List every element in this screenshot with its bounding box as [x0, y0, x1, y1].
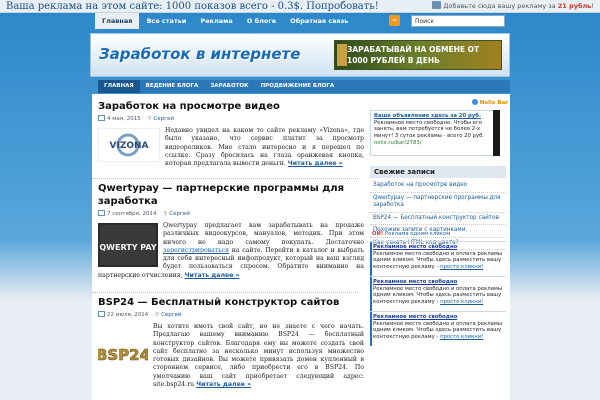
nolix-icon	[471, 99, 478, 105]
topnav-about[interactable]: О блоге	[240, 13, 283, 29]
content-area: Заработок на просмотре видео 4 мая, 2015…	[92, 94, 510, 400]
thumb-text: BSP24	[98, 346, 148, 364]
topnav-home[interactable]: Главная	[95, 13, 140, 29]
ad-label: ОЙ! Реклама одним кликом	[372, 231, 450, 237]
post-author[interactable]: Сергей	[169, 211, 190, 217]
ad-label-text[interactable]: Реклама одним кликом	[385, 231, 450, 237]
ad-unit-bar	[370, 277, 372, 311]
top-nav: Главная Все статьи Реклама О блоге Обрат…	[95, 13, 355, 29]
recent-posts-title: Свежие записи	[370, 166, 506, 178]
post-body: BSP24 Вы хотите иметь свой сайт, но не з…	[98, 323, 364, 389]
recent-post-link[interactable]: Заработок на просмотре видео	[370, 180, 506, 193]
post: BSP24 — Бесплатный конструктор сайтов 22…	[98, 296, 364, 389]
header-banner[interactable]: ЗАРАБАТЫВАЙ НА ОБМЕНЕ ОТ 1000 РУБЛЕЙ В Д…	[334, 40, 502, 70]
post-date: 7 сентября, 2014	[107, 211, 157, 217]
author-icon: ⚲	[147, 116, 152, 122]
post-thumbnail[interactable]: VIZONA	[98, 128, 160, 162]
recent-post-link[interactable]: Qwertypay — партнерские программы для за…	[370, 193, 506, 213]
ad-unit-title[interactable]: Рекламное место свободно	[373, 244, 503, 251]
topnav-ads[interactable]: Реклама	[193, 13, 239, 29]
post-title[interactable]: BSP24 — Бесплатный конструктор сайтов	[98, 296, 364, 309]
ad-unit-link[interactable]: просто кликни!	[440, 299, 483, 305]
banner-text: ЗАРАБАТЫВАЙ НА ОБМЕНЕ ОТ 1000 РУБЛЕЙ В Д…	[347, 45, 480, 65]
post-author[interactable]: Сергей	[153, 116, 174, 122]
post: Qwertypay — партнерские программы для за…	[98, 182, 364, 280]
post-thumbnail[interactable]: BSP24	[98, 324, 148, 382]
ad-unit-link[interactable]: просто кликни!	[440, 334, 483, 340]
ad-box-title[interactable]: Ваше объявление здесь за 20 руб.	[374, 113, 496, 120]
author-icon: ⚲	[163, 211, 168, 217]
ad-unit[interactable]: Рекламное место свободно Рекламное место…	[370, 311, 506, 346]
calendar-icon	[98, 311, 105, 317]
site-header: Заработок в интернете ЗАРАБАТЫВАЙ НА ОБМ…	[90, 33, 510, 77]
top-ad-link[interactable]: Ваша реклама на этом сайте: 1000 показов…	[6, 0, 379, 13]
ad-box-url[interactable]: nolix.ru/bar/2783/	[374, 140, 496, 147]
read-more-link[interactable]: Читать далее »	[185, 272, 240, 279]
post-author[interactable]: Сергей	[161, 312, 182, 318]
sidebar: Nolix Bar Ваше объявление здесь за 20 ру…	[370, 94, 510, 400]
post-date: 4 мая, 2015	[107, 116, 141, 122]
ad-box-text: Рекламное место свободно. Чтобы его заня…	[374, 119, 485, 140]
ad-box-strip	[493, 110, 500, 156]
mainnav-home[interactable]: ГЛАВНАЯ	[98, 80, 140, 93]
top-ad-strip: Ваша реклама на этом сайте: 1000 показов…	[0, 0, 600, 13]
ad-unit-link[interactable]: просто кликни!	[440, 264, 483, 270]
ad-unit[interactable]: Рекламное место свободно Рекламное место…	[370, 276, 506, 311]
ad-label-prefix: ОЙ!	[372, 231, 384, 237]
nolix-bar-link[interactable]: Nolix Bar	[471, 99, 508, 106]
post: Заработок на просмотре видео 4 мая, 2015…	[98, 100, 364, 168]
calendar-icon	[98, 210, 105, 216]
top-ad-suffix: !	[591, 2, 594, 10]
post-title[interactable]: Заработок на просмотре видео	[98, 100, 364, 113]
rss-icon[interactable]: ⌁	[389, 15, 400, 26]
post-meta: 4 мая, 2015 ⚲ Сергей	[98, 115, 364, 124]
divider	[92, 292, 358, 293]
nolix-ad-box[interactable]: Ваше объявление здесь за 20 руб. Рекламн…	[370, 110, 500, 156]
post-meta: 7 сентября, 2014 ⚲ Сергей	[98, 210, 364, 219]
post-body: QWERTY PAY Qwertypay предлагает вам зара…	[98, 222, 364, 280]
ad-unit[interactable]: Рекламное место свободно Рекламное место…	[370, 241, 506, 276]
thumb-text: QWERTY PAY	[99, 243, 156, 252]
author-icon: ⚲	[155, 312, 160, 318]
top-ad-right[interactable]: Добавьте сюда вашу рекламу за 21 рубль!	[432, 1, 594, 12]
post-body: VIZONA Недавно увидел на каком то сайте …	[98, 127, 364, 168]
monitor-icon	[432, 1, 442, 9]
top-ad-price: 21 рубль	[557, 2, 592, 10]
read-more-link[interactable]: Читать далее »	[196, 381, 251, 388]
post-date: 22 июля, 2014	[107, 312, 149, 318]
recent-posts-list: Заработок на просмотре видео Qwertypay —…	[370, 180, 506, 250]
post-title[interactable]: Qwertypay — партнерские программы для за…	[98, 182, 364, 208]
calendar-icon	[98, 115, 105, 121]
mainnav-promotion[interactable]: ПРОДВИЖЕНИЕ БЛОГА	[255, 80, 341, 93]
post-excerpt: Qwertypay предлагает вам зарабатывать на…	[163, 222, 364, 246]
site-title[interactable]: Заработок в интернете	[99, 45, 300, 63]
divider	[92, 178, 358, 179]
recent-post-link[interactable]: BSP24 — Бесплатный конструктор сайтов	[370, 213, 506, 225]
topnav-all-articles[interactable]: Все статьи	[139, 13, 193, 29]
mainnav-blogging[interactable]: ВЕДЕНИЕ БЛОГА	[140, 80, 205, 93]
post-thumbnail[interactable]: QWERTY PAY	[98, 223, 158, 267]
ad-unit-bar	[370, 242, 372, 276]
main-nav: ГЛАВНАЯ ВЕДЕНИЕ БЛОГА ЗАРАБОТОК ПРОДВИЖЕ…	[98, 80, 510, 93]
read-more-link[interactable]: Читать далее »	[288, 160, 343, 167]
mainnav-earnings[interactable]: ЗАРАБОТОК	[204, 80, 254, 93]
ad-unit-title[interactable]: Рекламное место свободно	[373, 314, 503, 321]
ad-unit-bar	[370, 312, 372, 346]
topnav-contact[interactable]: Обратная связь	[283, 13, 355, 29]
search-input[interactable]	[411, 15, 505, 27]
register-link[interactable]: зарегистрироваться	[163, 247, 229, 254]
ad-unit-title[interactable]: Рекламное место свободно	[373, 279, 503, 286]
thumb-text: VIZONA	[110, 141, 149, 151]
post-meta: 22 июля, 2014 ⚲ Сергей	[98, 311, 364, 320]
post-excerpt: Вы хотите иметь свой сайт, но не знаете …	[153, 323, 364, 389]
top-ad-right-text: Добавьте сюда вашу рекламу за	[443, 2, 556, 10]
nolix-label: Nolix Bar	[479, 100, 508, 106]
money-icon	[337, 44, 347, 66]
